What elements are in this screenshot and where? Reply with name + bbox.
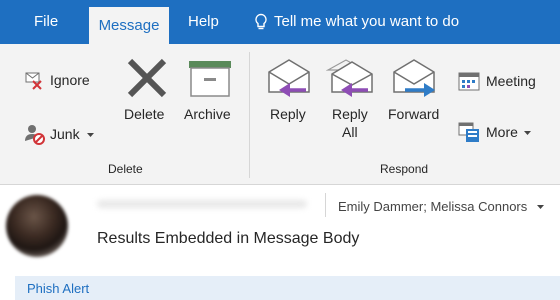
ignore-label: Ignore — [50, 72, 90, 88]
delete-x-icon — [126, 58, 168, 98]
message-header: Emily Dammer; Melissa Connors Results Em… — [0, 185, 560, 265]
chevron-down-icon — [87, 133, 94, 137]
phish-alert-label: Phish Alert — [27, 281, 90, 296]
delete-button[interactable]: Delete — [118, 54, 174, 134]
junk-button[interactable]: Junk — [24, 122, 104, 146]
avatar — [6, 195, 68, 257]
chevron-down-icon — [537, 205, 544, 209]
tab-file[interactable]: File — [34, 0, 58, 44]
meeting-button[interactable]: Meeting — [458, 70, 550, 94]
tab-message[interactable]: Message — [89, 7, 169, 44]
sender-address-redacted — [97, 200, 307, 208]
respond-group-label: Respond — [380, 162, 429, 176]
forward-label: Forward — [388, 106, 440, 122]
more-label: More — [486, 124, 518, 140]
ribbon: Ignore Junk Delete Archive Delete Reply — [0, 44, 560, 185]
reply-all-envelope-icon — [326, 58, 376, 98]
archive-label: Archive — [184, 106, 231, 122]
delete-group-label: Delete — [108, 162, 143, 176]
ignore-icon — [24, 71, 46, 91]
more-icon — [458, 121, 480, 143]
ribbon-tab-bar: File Message Help Tell me what you want … — [0, 0, 560, 44]
ignore-button[interactable]: Ignore — [24, 69, 104, 91]
meeting-calendar-icon — [458, 71, 480, 91]
reply-all-label-line1: Reply — [332, 106, 368, 122]
reply-button[interactable]: Reply — [262, 54, 316, 138]
header-separator — [325, 193, 326, 217]
phish-alert-bar[interactable]: Phish Alert — [15, 276, 560, 300]
archive-box-icon — [188, 60, 232, 98]
message-subject: Results Embedded in Message Body — [97, 230, 360, 247]
archive-button[interactable]: Archive — [180, 54, 238, 134]
meeting-label: Meeting — [486, 73, 536, 89]
delete-label: Delete — [124, 106, 165, 122]
recipients[interactable]: Emily Dammer; Melissa Connors — [338, 199, 548, 217]
junk-label: Junk — [50, 126, 80, 142]
forward-button[interactable]: Forward — [385, 54, 445, 138]
reply-envelope-icon — [266, 58, 314, 98]
forward-envelope-icon — [391, 58, 439, 98]
tell-me-text: Tell me what you want to do — [274, 13, 460, 30]
junk-icon — [24, 123, 46, 145]
reply-label: Reply — [270, 106, 306, 122]
tell-me-search[interactable]: Tell me what you want to do — [250, 0, 490, 44]
reply-all-button[interactable]: Reply All — [322, 54, 378, 144]
group-separator — [249, 52, 250, 178]
tab-help[interactable]: Help — [188, 0, 219, 44]
more-button[interactable]: More — [458, 120, 550, 144]
recipients-text: Emily Dammer; Melissa Connors — [338, 199, 528, 214]
reply-all-label-line2: All — [342, 124, 358, 140]
chevron-down-icon — [524, 131, 531, 135]
lightbulb-icon — [254, 13, 268, 31]
